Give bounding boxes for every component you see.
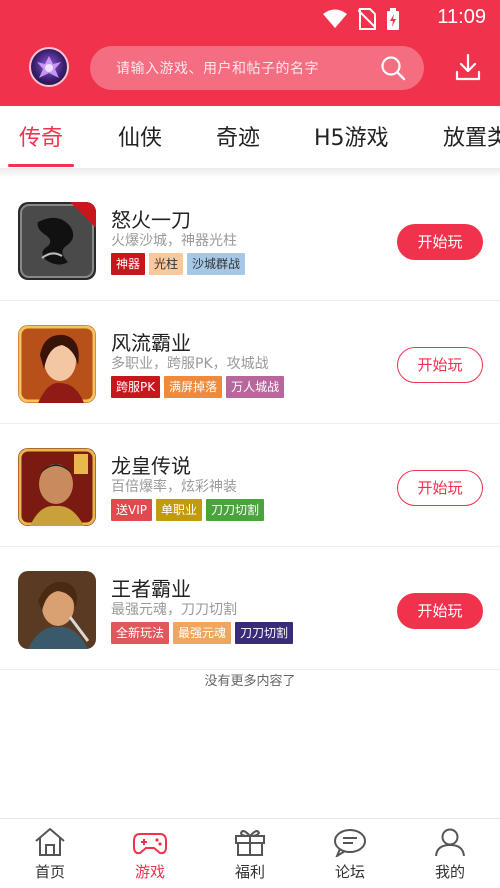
nav-home[interactable]: 首页 [0,827,100,882]
tab-xianxia[interactable]: 仙侠 [118,120,162,152]
active-tab-indicator [8,164,74,167]
tag: 光柱 [149,253,184,275]
game-icon[interactable] [18,202,96,280]
category-tabs: 传奇 仙侠 奇迹 H5游戏 放置类 [0,106,500,168]
tag: 满屏掉落 [164,376,223,398]
bottom-nav: 首页 游戏 福利 论坛 我的 [0,818,500,888]
search-input[interactable]: 请输入游戏、用户和帖子的名字 [116,58,319,78]
user-icon [435,828,465,857]
play-button[interactable]: 开始玩 [397,224,483,260]
avatar-emblem-icon [37,56,61,78]
search-icon[interactable] [380,55,406,81]
game-icon[interactable] [18,448,96,526]
tag: 刀刀切割 [235,622,294,644]
gamepad-icon [133,833,167,855]
tab-miracle[interactable]: 奇迹 [216,120,260,152]
game-description: 火爆沙城，神器光柱 [111,233,237,249]
tag: 单职业 [156,499,203,521]
play-button[interactable]: 开始玩 [397,470,483,506]
tag: 全新玩法 [111,622,170,644]
tag: 沙城群战 [187,253,246,275]
game-icon[interactable] [18,325,96,403]
nav-forum[interactable]: 论坛 [300,827,400,882]
nav-label: 福利 [234,863,265,881]
tag: 送VIP [111,499,152,521]
nav-profile[interactable]: 我的 [400,827,500,882]
tab-h5-games[interactable]: H5游戏 [314,120,389,152]
game-title: 风流霸业 [111,331,191,355]
tag-list: 神器 光柱 沙城群战 [111,253,246,275]
play-button[interactable]: 开始玩 [397,593,483,629]
avatar[interactable] [29,47,69,87]
game-title: 龙皇传说 [111,454,191,478]
tag: 最强元魂 [173,622,232,644]
play-button[interactable]: 开始玩 [397,347,483,383]
nav-label: 我的 [434,863,465,881]
chat-icon [334,829,366,857]
list-item[interactable]: 怒火一刀 火爆沙城，神器光柱 神器 光柱 沙城群战 开始玩 [0,178,500,301]
status-time: 11:09 [437,6,486,28]
list-item[interactable]: 龙皇传说 百倍爆率，炫彩神装 送VIP 单职业 刀刀切割 开始玩 [0,424,500,547]
king-portrait-icon [18,571,96,649]
list-item[interactable]: 风流霸业 多职业，跨服PK，攻城战 跨服PK 满屏掉落 万人城战 开始玩 [0,301,500,424]
game-title: 怒火一刀 [111,208,191,232]
battery-icon [387,8,399,30]
tag-list: 跨服PK 满屏掉落 万人城战 [111,376,285,398]
heroine-portrait-icon [18,325,96,403]
nav-label: 游戏 [134,863,165,881]
no-sim-icon [358,8,376,30]
game-list: 怒火一刀 火爆沙城，神器光柱 神器 光柱 沙城群战 开始玩 风流霸业 多职业，跨… [0,178,500,670]
tag: 神器 [111,253,146,275]
tab-legend[interactable]: 传奇 [19,120,63,152]
home-icon [35,828,65,856]
nav-games[interactable]: 游戏 [100,827,200,882]
list-item[interactable]: 王者霸业 最强元魂，刀刀切割 全新玩法 最强元魂 刀刀切割 开始玩 [0,547,500,670]
nav-welfare[interactable]: 福利 [200,827,300,882]
tag-list: 全新玩法 最强元魂 刀刀切割 [111,622,294,644]
tag-list: 送VIP 单职业 刀刀切割 [111,499,265,521]
dragon-emblem-icon [18,202,96,280]
game-icon[interactable] [18,571,96,649]
tag: 刀刀切割 [206,499,265,521]
game-description: 百倍爆率，炫彩神装 [111,479,237,495]
gift-icon [235,830,265,856]
tabs-divider [0,168,500,178]
game-description: 多职业，跨服PK，攻城战 [111,356,269,372]
tab-idle[interactable]: 放置类 [443,120,500,152]
end-of-list-text: 没有更多内容了 [204,674,296,689]
search-bar[interactable]: 请输入游戏、用户和帖子的名字 [90,46,424,90]
app-header: 11:09 请输入游戏、用户和帖子的名字 [0,0,500,106]
game-description: 最强元魂，刀刀切割 [111,602,237,618]
download-icon[interactable] [455,53,481,81]
warrior-portrait-icon [18,448,96,526]
status-icons [322,8,400,30]
tag: 万人城战 [226,376,285,398]
wifi-icon [323,9,347,28]
nav-label: 论坛 [334,863,365,881]
game-title: 王者霸业 [111,577,191,601]
status-bar: 11:09 [0,0,500,36]
nav-label: 首页 [34,863,65,881]
tag: 跨服PK [111,376,161,398]
